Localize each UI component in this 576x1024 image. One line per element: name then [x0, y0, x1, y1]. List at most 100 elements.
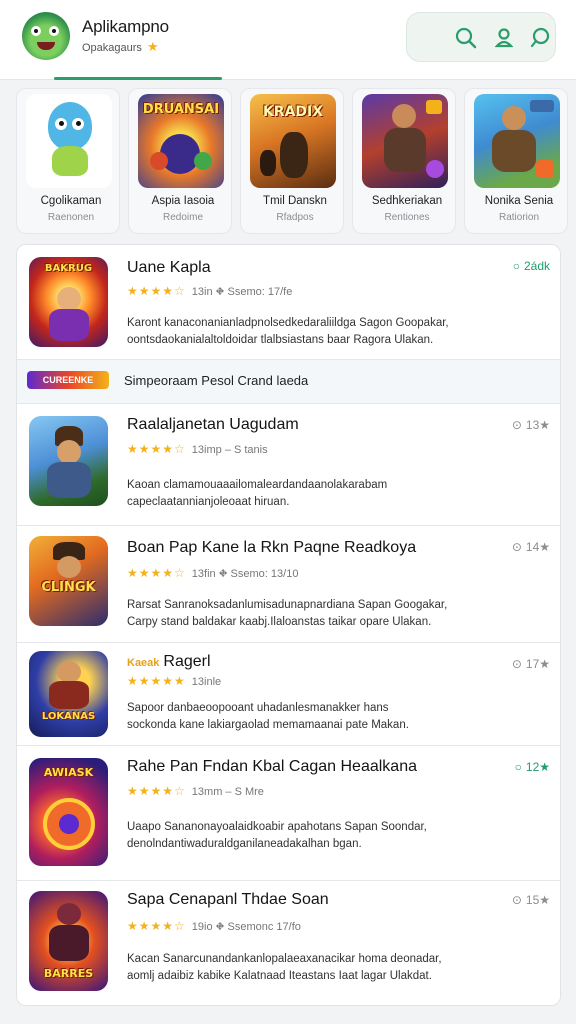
featured-sub: Rentiones	[384, 212, 430, 223]
meta-text: 13inle	[191, 676, 222, 688]
featured-name: Sedhkeriakan	[371, 195, 443, 207]
profile-icon[interactable]	[491, 25, 517, 51]
item-title: Rahe Pan Fndan Kbal Cagan Heaalkana	[127, 758, 417, 775]
featured-art	[26, 94, 112, 188]
featured-card[interactable]: DRUANSAI Aspia Iasoia Redoime	[128, 88, 232, 234]
rating-stars: ★★★★☆	[127, 442, 186, 456]
description-line: aomlj adaibiz kabike Kalatnaad Iteastans…	[127, 970, 432, 982]
item-meta: ★★★★☆ 13imp – S tanis	[127, 442, 268, 456]
list-item[interactable]: BARRES Sapa Cenapanl Thdae Soan ★★★★☆ 19i…	[17, 881, 560, 1005]
item-meta: ★★★★☆ 13mm – S Mre	[127, 784, 264, 798]
description-line: Uaapo Sananonayoalaidkoabir apahotans Sa…	[127, 821, 427, 833]
featured-sub: Redoime	[162, 212, 204, 223]
description-line: capeclaatannianjoleoaat hiruan.	[127, 496, 290, 508]
description-line: Rarsat Sanranoksadanlumisadunapnardiana …	[127, 599, 448, 611]
badge-text: 14★	[525, 540, 550, 554]
item-meta: ★★★★☆ 19io ⛖ Ssemonc 17/fo	[127, 919, 301, 934]
featured-art: KRADIX	[250, 94, 336, 188]
item-badge: ⊙ 14★	[512, 540, 550, 554]
rating-stars: ★★★★☆	[127, 284, 186, 298]
item-description: Rarsat Sanranoksadanlumisadunapnardiana …	[127, 597, 547, 631]
item-description: Kacan Sanarcunandankanlopalaeaxanacikar …	[127, 951, 547, 985]
tab-indicator	[54, 77, 222, 80]
featured-sub: Raenonen	[47, 212, 95, 223]
list-item[interactable]: Raalaljanetan Uagudam ★★★★☆ 13imp – S tan…	[17, 404, 560, 526]
search-icon[interactable]	[453, 25, 479, 51]
description-line: Kaoan clamamouaaailomaleardandaanolakara…	[127, 479, 388, 491]
rating-stars: ★★★★☆	[127, 566, 186, 580]
list-item[interactable]: BAKRUG Uane Kapla ★★★★☆ 13in ⛖ Ssemo: 17/…	[17, 245, 560, 360]
app-header: Aplikampno Opakagaurs ★	[0, 0, 576, 80]
thumbnail-art-text: BAKRUG	[44, 263, 93, 274]
featured-name: Cgolikaman	[40, 195, 102, 207]
badge-text: 12★	[525, 760, 550, 774]
header-actions	[406, 12, 556, 62]
item-title: Kaeak Ragerl	[127, 653, 211, 671]
rating-stars: ★★★★★	[127, 674, 186, 688]
item-badge: ○ 2ádk	[513, 259, 550, 273]
list-item[interactable]: LOKANAS Kaeak Ragerl ★★★★★ 13inle Sapoor d…	[17, 643, 560, 746]
list-item[interactable]: AWIASK Rahe Pan Fndan Kbal Cagan Heaalka…	[17, 746, 560, 881]
meta-text: 19io ⛖ Ssemonc 17/fo	[191, 921, 301, 933]
game-thumbnail	[29, 416, 108, 506]
featured-art-text: KRADIX	[262, 104, 324, 120]
item-description: Kaoan clamamouaaailomaleardandaanolakara…	[127, 477, 547, 511]
item-title: Raalaljanetan Uagudam	[127, 416, 299, 433]
title-prefix: Kaeak	[127, 657, 160, 669]
promo-tag: CUREENKE	[27, 371, 109, 389]
thumbnail-art-text: CLINGK	[41, 580, 96, 595]
game-thumbnail: BARRES	[29, 891, 108, 991]
item-badge: ⊙ 15★	[512, 893, 550, 907]
clock-icon: ○	[514, 760, 522, 774]
featured-sub: Ratiorion	[498, 212, 540, 223]
description-line: Carpy stand baldakar kaabj.Ilaloanstas t…	[127, 616, 432, 628]
star-icon: ★	[147, 39, 159, 54]
chat-icon[interactable]	[527, 25, 553, 51]
featured-art-text: DRUANSAI	[142, 102, 220, 117]
description-line: Karont kanaconanianladpnolsedkedaraliild…	[127, 317, 449, 329]
item-title: Boan Pap Kane la Rkn Paqne Readkoya	[127, 539, 417, 556]
item-description: Sapoor danbaeoopooant uhadanlesmanakker …	[127, 700, 547, 734]
featured-card[interactable]: Sedhkeriakan Rentiones	[352, 88, 456, 234]
clock-icon: ⊙	[511, 893, 522, 907]
featured-sub: Rfadpos	[276, 212, 314, 223]
thumbnail-art-text: AWIASK	[43, 766, 94, 779]
frog-mascot-icon	[22, 12, 70, 60]
item-title: Uane Kapla	[127, 259, 211, 276]
clock-icon: ○	[512, 259, 520, 273]
badge-text: 15★	[525, 893, 550, 907]
description-line: Sapoor danbaeoopooant uhadanlesmanakker …	[127, 702, 389, 714]
featured-card[interactable]: Nonika Senia Ratiorion	[464, 88, 568, 234]
list-item[interactable]: CLINGK Boan Pap Kane la Rkn Paqne Readko…	[17, 526, 560, 643]
item-badge: ⊙ 17★	[512, 657, 550, 671]
description-line: denolndantiwaduraldganilaneadakalhan bga…	[127, 838, 362, 850]
item-badge: ○ 12★	[515, 760, 550, 774]
featured-card[interactable]: Cgolikaman Raenonen	[16, 88, 120, 234]
badge-text: 17★	[525, 657, 550, 671]
featured-name: Aspia Iasoia	[151, 195, 215, 207]
clock-icon: ⊙	[511, 657, 522, 671]
promo-banner[interactable]: CUREENKE Simpeoraam Pesol Crand laeda	[17, 360, 560, 404]
description-line: Kacan Sanarcunandankanlopalaeaxanacikar …	[127, 953, 442, 965]
featured-name: Nonika Senia	[484, 195, 554, 207]
meta-text: 13fin ⛖ Ssemo: 13/10	[191, 568, 299, 580]
game-thumbnail: BAKRUG	[29, 257, 108, 347]
item-meta: ★★★★★ 13inle	[127, 674, 221, 688]
meta-text: 13in ⛖ Ssemo: 17/fe	[191, 286, 293, 298]
thumbnail-art-text: BARRES	[43, 967, 94, 980]
rating-stars: ★★★★☆	[127, 919, 186, 933]
app-subtitle: Opakagaurs ★	[82, 39, 159, 55]
promo-text: Simpeoraam Pesol Crand laeda	[124, 373, 309, 388]
featured-card[interactable]: KRADIX Tmil Danskn Rfadpos	[240, 88, 344, 234]
clock-icon: ⊙	[511, 540, 522, 554]
title-text: Ragerl	[163, 653, 211, 670]
featured-art	[362, 94, 448, 188]
item-badge: ⊙ 13★	[512, 418, 550, 432]
thumbnail-art-text: LOKANAS	[41, 711, 96, 722]
clock-icon: ⊙	[511, 418, 522, 432]
meta-text: 13mm – S Mre	[191, 786, 264, 798]
rating-stars: ★★★★☆	[127, 784, 186, 798]
badge-text: 13★	[525, 418, 550, 432]
featured-art: DRUANSAI	[138, 94, 224, 188]
badge-text: 2ádk	[523, 259, 550, 273]
